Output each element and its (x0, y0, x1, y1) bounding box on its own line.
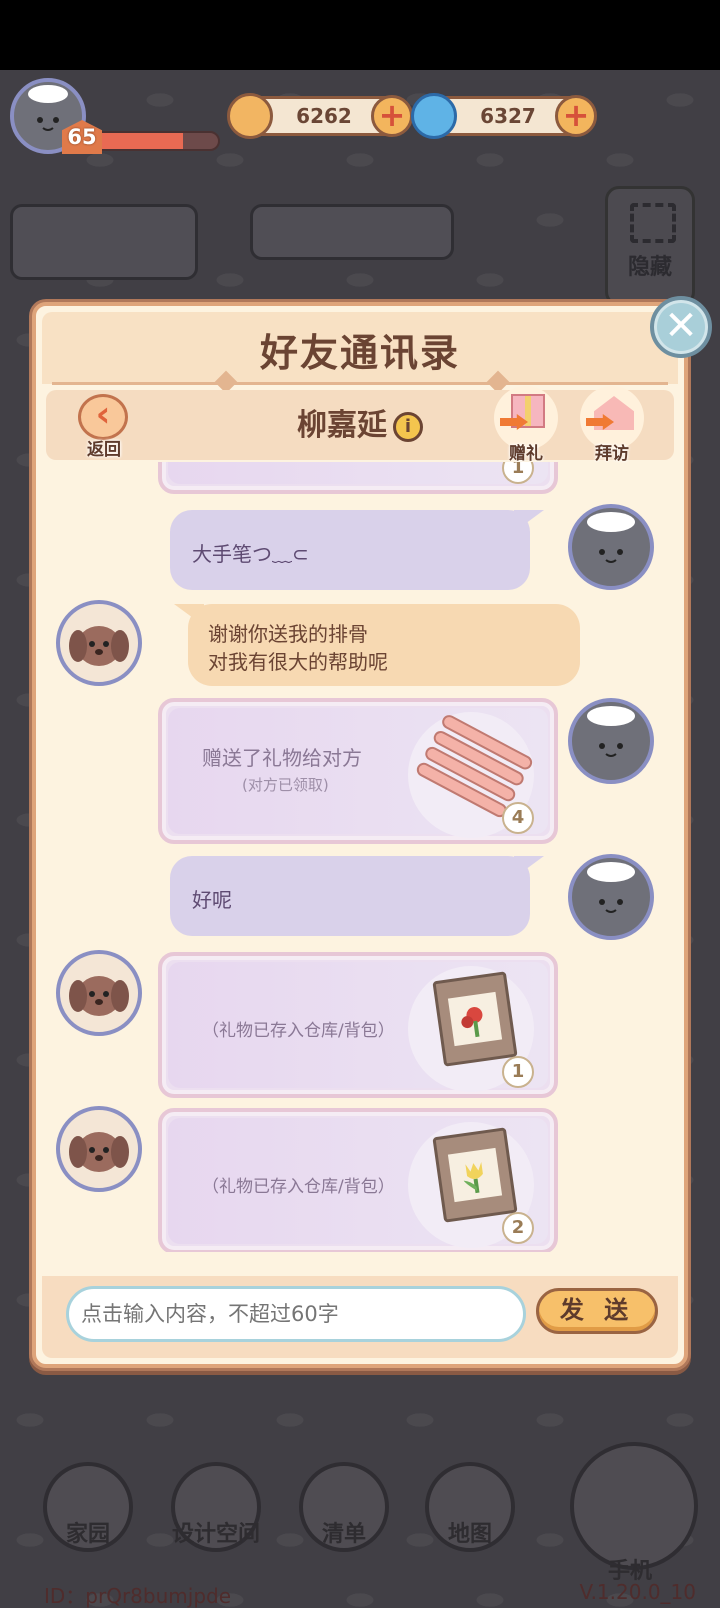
coin-counter: 6262 + (227, 93, 413, 139)
gift-sent-text: 赠送了礼物给对方 (202, 746, 362, 770)
gift-received-text: （礼物已存入仓库/背包） (202, 1021, 395, 1041)
gift-received-card[interactable]: （礼物已存入仓库/背包） 2 (158, 1108, 558, 1252)
player-id: ID：prQr8bumjpde (44, 1584, 232, 1608)
town-news-panel (10, 204, 198, 280)
xp-bar (92, 131, 220, 151)
send-gift-button[interactable]: 赠礼 (492, 386, 560, 464)
nav-map[interactable]: 地图 (420, 1462, 520, 1552)
status-bar (0, 0, 720, 70)
gift-card-inner (168, 462, 548, 484)
visit-label: 拜访 (595, 444, 629, 464)
banner-panel (250, 204, 454, 260)
nav-home-label: 家园 (65, 1522, 110, 1547)
rose-seed-pack-icon (432, 971, 518, 1067)
gem-value: 6327 (480, 104, 536, 128)
nav-design-space[interactable]: 设计空间 (166, 1462, 266, 1552)
dialog-title: 好友通讯录 (259, 331, 460, 375)
nav-design-label: 设计空间 (171, 1522, 260, 1547)
gift-sent-status: (对方已领取) (242, 776, 329, 794)
my-avatar[interactable] (568, 854, 654, 940)
dog-face-icon (69, 1132, 129, 1172)
visit-button[interactable]: 拜访 (578, 386, 646, 464)
gift-card-partial: 1 (158, 462, 558, 494)
cat-face-icon (587, 862, 635, 913)
gift-count-badge: 1 (502, 1056, 534, 1088)
message-input[interactable] (66, 1286, 526, 1342)
nav-home[interactable]: 家园 (38, 1462, 138, 1552)
friend-avatar[interactable] (56, 950, 142, 1036)
gift-sent-card[interactable]: 赠送了礼物给对方 (对方已领取) 4 (158, 698, 558, 844)
gift-label: 赠礼 (509, 444, 543, 464)
dog-face-icon (69, 626, 129, 666)
message-text-line: 对我有很大的帮助呢 (208, 650, 388, 674)
message-bubble: 好呢 (170, 856, 530, 936)
gift-received-text: （礼物已存入仓库/背包） (202, 1177, 395, 1197)
seed-pack-window (447, 1147, 503, 1203)
coin-value: 6262 (296, 104, 352, 128)
add-coin-button[interactable]: + (371, 95, 413, 137)
message-text: 大手笔つ﹏⊂ (192, 542, 309, 566)
xp-fill (94, 133, 184, 149)
nav-list-label: 清单 (321, 1522, 366, 1547)
message-text-line: 谢谢你送我的排骨 (208, 622, 368, 646)
info-icon[interactable]: i (393, 411, 423, 442)
close-button[interactable]: ✕ (650, 296, 712, 358)
phone-icon[interactable] (570, 1442, 698, 1570)
hide-label: 隐藏 (628, 255, 673, 280)
my-avatar[interactable] (568, 504, 654, 590)
send-button[interactable]: 发 送 (536, 1288, 658, 1334)
chat-nav-bar: ‹ 返回 柳嘉延 i 赠礼 拜访 (46, 386, 674, 464)
nav-list[interactable]: 清单 (294, 1462, 394, 1552)
dialog-header: 好友通讯录 (42, 312, 678, 394)
tulip-seed-pack-icon (432, 1127, 518, 1223)
coin-icon (227, 93, 273, 139)
fullscreen-icon (630, 203, 676, 243)
add-gem-button[interactable]: + (555, 95, 597, 137)
cat-face-icon (587, 512, 635, 563)
my-avatar[interactable] (568, 698, 654, 784)
message-input-row: 发 送 (42, 1276, 678, 1358)
friend-contacts-dialog: 好友通讯录 ✕ ‹ 返回 柳嘉延 i 赠礼 拜访 1 大手笔つ﹏⊂ 谢谢你送我的… (32, 296, 712, 1368)
hide-button: 隐藏 (605, 186, 695, 306)
gift-received-card[interactable]: （礼物已存入仓库/背包） 1 (158, 952, 558, 1098)
dog-face-icon (69, 976, 129, 1016)
friend-name: 柳嘉延 (297, 408, 387, 443)
swirl-icon (411, 93, 457, 139)
gift-count-badge: 2 (502, 1212, 534, 1244)
message-text: 好呢 (192, 888, 232, 912)
friend-avatar[interactable] (56, 1106, 142, 1192)
nav-map-label: 地图 (447, 1522, 492, 1547)
version-label: V.1.20.0_10 (579, 1580, 696, 1604)
cat-face-icon (587, 706, 635, 757)
friend-avatar[interactable] (56, 600, 142, 686)
message-bubble: 大手笔つ﹏⊂ (170, 510, 530, 590)
rose-icon (461, 1007, 483, 1038)
gift-count-badge: 4 (502, 802, 534, 834)
seed-pack-window (447, 991, 503, 1047)
header-divider (52, 382, 668, 385)
chat-history[interactable]: 1 大手笔つ﹏⊂ 谢谢你送我的排骨 对我有很大的帮助呢 赠送了礼物给对方 (对方… (44, 462, 676, 1252)
tulip-icon (463, 1162, 483, 1194)
gem-counter: 6327 + (411, 93, 597, 139)
message-bubble: 谢谢你送我的排骨 对我有很大的帮助呢 (188, 604, 580, 686)
